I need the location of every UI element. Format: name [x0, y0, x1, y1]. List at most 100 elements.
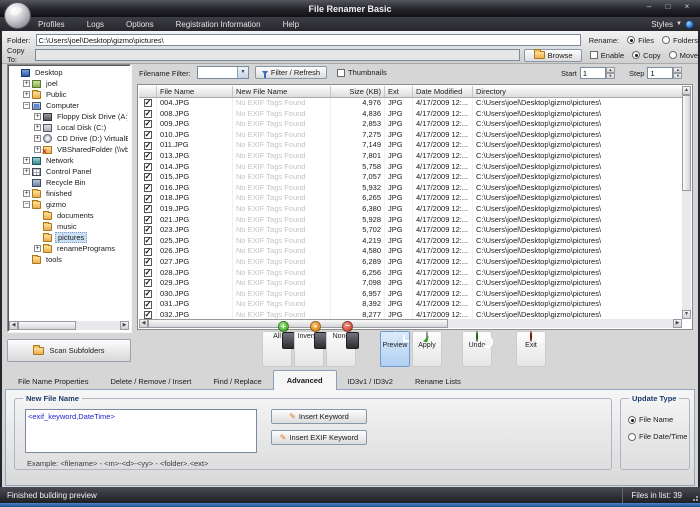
files-radio[interactable] — [627, 36, 635, 44]
table-row[interactable]: 031.JPGNo EXIF Tags Found8,392JPG4/17/20… — [139, 299, 682, 310]
file-checkbox[interactable] — [144, 131, 152, 139]
copy-to-input[interactable] — [35, 49, 521, 61]
plus-expander-icon[interactable]: + — [34, 124, 41, 131]
minus-expander-icon[interactable]: − — [23, 102, 30, 109]
plus-expander-icon[interactable]: + — [34, 245, 41, 252]
tree-item-recycle-bin[interactable]: Recycle Bin — [10, 177, 128, 188]
tab-id3v1-id3v2[interactable]: ID3v1 / ID3v2 — [337, 373, 404, 390]
tab-find-replace[interactable]: Find / Replace — [202, 373, 272, 390]
scroll-left-icon[interactable]: ◀ — [139, 319, 148, 328]
close-button[interactable]: × — [682, 2, 692, 11]
move-radio[interactable] — [669, 51, 677, 59]
chevron-down-icon[interactable]: ▼ — [237, 67, 248, 78]
table-row[interactable]: 009.JPGNo EXIF Tags Found2,853JPG4/17/20… — [139, 119, 682, 130]
move-option[interactable]: Move — [669, 51, 698, 60]
plus-expander-icon[interactable]: + — [34, 146, 41, 153]
tree-item-pictures[interactable]: pictures — [10, 232, 128, 243]
folder-input[interactable] — [36, 34, 581, 46]
file-name-radio[interactable] — [628, 416, 636, 424]
all-button[interactable]: All — [262, 331, 292, 367]
insert-keyword-button[interactable]: ✎ Insert Keyword — [271, 409, 367, 424]
list-vertical-scrollbar[interactable]: ▲ ▼ — [682, 86, 691, 319]
plus-expander-icon[interactable]: + — [23, 168, 30, 175]
file-checkbox[interactable] — [144, 279, 152, 287]
file-checkbox[interactable] — [144, 226, 152, 234]
tree-item-vbsharedfolder-vboxsvr-z[interactable]: +VBSharedFolder (\\vboxsvr) (Z:) — [10, 144, 128, 155]
filename-filter-combo[interactable]: ▼ — [197, 66, 249, 79]
scrollbar-thumb[interactable] — [148, 319, 448, 328]
table-row[interactable]: 015.JPGNo EXIF Tags Found7,057JPG4/17/20… — [139, 172, 682, 183]
table-row[interactable]: 032.JPGNo EXIF Tags Found8,277JPG4/17/20… — [139, 310, 682, 319]
scroll-up-icon[interactable]: ▲ — [682, 86, 691, 95]
menu-item-profiles[interactable]: Profiles — [38, 20, 65, 29]
plus-expander-icon[interactable]: + — [23, 157, 30, 164]
menu-item-options[interactable]: Options — [126, 20, 154, 29]
copy-radio[interactable] — [632, 51, 640, 59]
copy-option[interactable]: Copy — [632, 51, 661, 60]
file-checkbox[interactable] — [144, 163, 152, 171]
file-checkbox[interactable] — [144, 120, 152, 128]
tab-advanced[interactable]: Advanced — [273, 370, 337, 390]
column-header-date-modified[interactable]: Date Modified — [413, 86, 473, 97]
rename-files-option[interactable]: Files — [627, 36, 654, 45]
scroll-left-icon[interactable]: ◀ — [9, 321, 18, 330]
update-file-datetime-option[interactable]: File Date/Time — [628, 432, 687, 441]
plus-expander-icon[interactable]: + — [23, 80, 30, 87]
file-checkbox[interactable] — [144, 184, 152, 192]
thumbnails-option[interactable]: Thumbnails — [337, 68, 387, 77]
maximize-button[interactable]: □ — [663, 2, 673, 11]
file-checkbox[interactable] — [144, 142, 152, 150]
tree-item-control-panel[interactable]: +Control Panel — [10, 166, 128, 177]
spin-down-icon[interactable]: ▼ — [673, 73, 682, 79]
file-checkbox[interactable] — [144, 258, 152, 266]
file-checkbox[interactable] — [144, 205, 152, 213]
column-header-check[interactable] — [139, 86, 157, 97]
tree-item-tools[interactable]: tools — [10, 254, 128, 265]
insert-exif-keyword-button[interactable]: ✎ Insert EXIF Keyword — [271, 430, 367, 445]
enable-option[interactable]: Enable — [590, 51, 624, 60]
file-checkbox[interactable] — [144, 216, 152, 224]
styles-menu[interactable]: Styles ▼ — [651, 20, 694, 29]
none-button[interactable]: None — [326, 331, 356, 367]
file-checkbox[interactable] — [144, 248, 152, 256]
column-header-directory[interactable]: Directory — [473, 86, 682, 97]
rename-folders-option[interactable]: Folders — [662, 36, 698, 45]
table-row[interactable]: 027.JPGNo EXIF Tags Found6,289JPG4/17/20… — [139, 257, 682, 268]
plus-expander-icon[interactable]: + — [23, 190, 30, 197]
spin-down-icon[interactable]: ▼ — [606, 73, 615, 79]
column-header-file-name[interactable]: File Name — [157, 86, 233, 97]
table-row[interactable]: 011.JPGNo EXIF Tags Found7,149JPG4/17/20… — [139, 140, 682, 151]
tree-item-local-disk-c[interactable]: +Local Disk (C:) — [10, 122, 128, 133]
tree-item-joel[interactable]: +joel — [10, 78, 128, 89]
browse-button[interactable]: Browse — [524, 49, 581, 62]
tree-item-documents[interactable]: documents — [10, 210, 128, 221]
thumbnails-checkbox[interactable] — [337, 69, 345, 77]
table-row[interactable]: 008.JPGNo EXIF Tags Found4,836JPG4/17/20… — [139, 109, 682, 120]
tree-horizontal-scrollbar[interactable]: ◀ ▶ — [9, 321, 129, 330]
new-file-name-pattern-input[interactable]: <exif_keyword,DateTime> — [25, 409, 257, 453]
table-row[interactable]: 021.JPGNo EXIF Tags Found5,928JPG4/17/20… — [139, 215, 682, 226]
menu-item-registration-information[interactable]: Registration Information — [176, 20, 261, 29]
update-file-name-option[interactable]: File Name — [628, 415, 673, 424]
column-header-new-file-name[interactable]: New File Name — [233, 86, 331, 97]
tree-item-desktop[interactable]: Desktop — [10, 67, 128, 78]
file-checkbox[interactable] — [144, 269, 152, 277]
menu-item-logs[interactable]: Logs — [87, 20, 104, 29]
tab-rename-lists[interactable]: Rename Lists — [404, 373, 472, 390]
table-row[interactable]: 029.JPGNo EXIF Tags Found7,098JPG4/17/20… — [139, 278, 682, 289]
table-row[interactable]: 025.JPGNo EXIF Tags Found4,219JPG4/17/20… — [139, 236, 682, 247]
list-horizontal-scrollbar[interactable]: ◀ ▶ — [139, 319, 682, 328]
filter-refresh-button[interactable]: Filter / Refresh — [255, 66, 327, 79]
tab-delete-remove-insert[interactable]: Delete / Remove / Insert — [99, 373, 202, 390]
tree-item-computer[interactable]: −Computer — [10, 100, 128, 111]
exit-button[interactable]: Exit — [516, 331, 546, 367]
table-row[interactable]: 004.JPGNo EXIF Tags Found4,976JPG4/17/20… — [139, 98, 682, 109]
step-input[interactable] — [647, 67, 673, 79]
table-row[interactable]: 030.JPGNo EXIF Tags Found6,957JPG4/17/20… — [139, 289, 682, 300]
file-checkbox[interactable] — [144, 237, 152, 245]
tab-file-name-properties[interactable]: File Name Properties — [7, 373, 99, 390]
file-checkbox[interactable] — [144, 290, 152, 298]
table-row[interactable]: 023.JPGNo EXIF Tags Found5,702JPG4/17/20… — [139, 225, 682, 236]
tree-item-public[interactable]: +Public — [10, 89, 128, 100]
table-row[interactable]: 028.JPGNo EXIF Tags Found6,256JPG4/17/20… — [139, 268, 682, 279]
